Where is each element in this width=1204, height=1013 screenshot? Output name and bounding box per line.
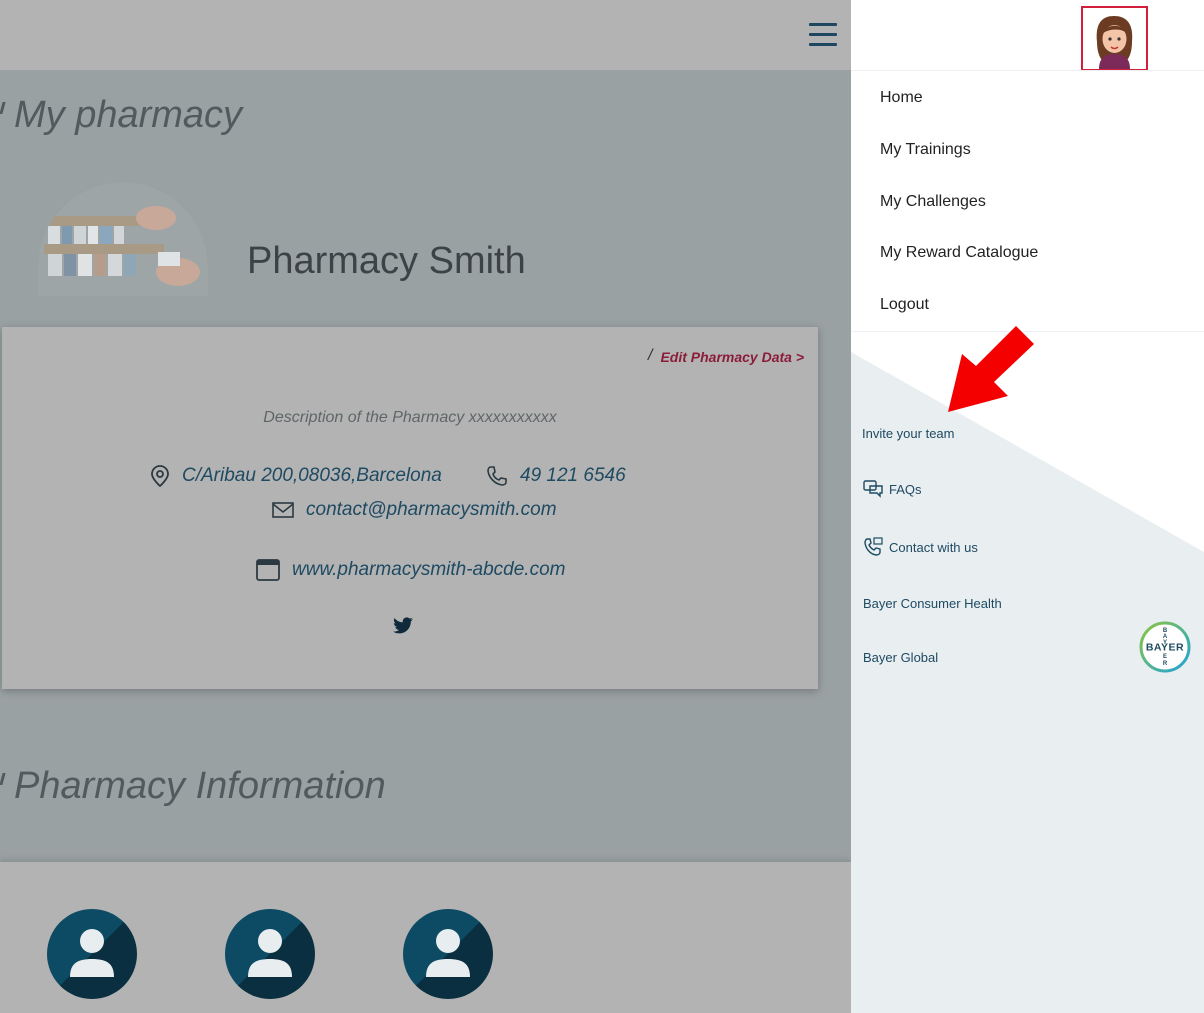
phone-icon <box>487 466 507 486</box>
faqs-link[interactable]: FAQs <box>863 480 922 498</box>
annotation-arrow-icon <box>948 326 1034 412</box>
email-icon <box>272 502 294 518</box>
side-menu-panel: Home My Trainings My Challenges My Rewar… <box>851 0 1204 1013</box>
phone-text: 49 121 6546 <box>520 465 626 486</box>
bayer-global-link[interactable]: Bayer Global <box>863 650 938 665</box>
menu-item-home[interactable]: Home <box>880 89 923 107</box>
location-icon <box>151 465 169 487</box>
user-menu: Home My Trainings My Challenges My Rewar… <box>851 70 1204 332</box>
svg-text:Y: Y <box>1163 640 1167 646</box>
page-content-dimmed: My pharmacy Pharmacy Smith / Edit Pharma… <box>0 0 851 1013</box>
page-title: My pharmacy <box>14 94 243 136</box>
user-avatar-icon[interactable] <box>225 909 315 999</box>
menu-item-my-trainings[interactable]: My Trainings <box>880 141 971 159</box>
pharmacy-name: Pharmacy Smith <box>247 240 526 282</box>
section-title-info: Pharmacy Information <box>14 765 386 807</box>
email-row: contact@pharmacysmith.com <box>272 499 557 521</box>
menu-item-logout[interactable]: Logout <box>880 296 929 314</box>
browser-icon <box>256 559 280 581</box>
menu-item-my-challenges[interactable]: My Challenges <box>880 193 986 211</box>
bayer-consumer-health-label: Bayer Consumer Health <box>863 596 1002 611</box>
hamburger-icon[interactable] <box>809 23 837 47</box>
user-avatar-icon[interactable] <box>403 909 493 999</box>
profile-header <box>851 0 1204 71</box>
bayer-consumer-health-link[interactable]: Bayer Consumer Health <box>863 596 1002 611</box>
email-text[interactable]: contact@pharmacysmith.com <box>306 499 557 521</box>
contact-phone-icon <box>864 537 883 556</box>
contact-label: Contact with us <box>889 539 978 555</box>
twitter-icon[interactable] <box>392 617 414 640</box>
user-avatar-icon[interactable] <box>47 909 137 999</box>
svg-text:R: R <box>1163 661 1168 667</box>
phone-row: 49 121 6546 <box>486 465 626 487</box>
pharmacy-photo <box>38 182 208 296</box>
bayer-global-label: Bayer Global <box>863 650 939 665</box>
bayer-logo: BAYER B A Y E R <box>1138 620 1192 674</box>
address-text: C/Aribau 200,08036,Barcelona <box>182 465 442 486</box>
edit-pharmacy-data-link[interactable]: Edit Pharmacy Data > <box>660 349 804 365</box>
faqs-label: FAQs <box>889 481 922 497</box>
website-text[interactable]: www.pharmacysmith-abcde.com <box>292 559 565 581</box>
menu-item-reward-catalogue[interactable]: My Reward Catalogue <box>880 244 1038 262</box>
website-row: www.pharmacysmith-abcde.com <box>256 559 565 581</box>
faq-chat-icon <box>863 480 883 498</box>
invite-team-label: Invite your team <box>862 426 955 441</box>
top-bar <box>0 0 851 70</box>
profile-avatar[interactable] <box>1081 6 1148 71</box>
address-row: C/Aribau 200,08036,Barcelona <box>150 465 442 487</box>
invite-team-link[interactable]: Invite your team <box>862 426 955 441</box>
edit-slash: / <box>648 347 653 364</box>
pharmacy-description: Description of the Pharmacy xxxxxxxxxxx <box>263 409 557 426</box>
svg-text:E: E <box>1163 654 1167 660</box>
pharmacy-card: / Edit Pharmacy Data > Description of th… <box>2 327 818 689</box>
contact-link[interactable]: Contact with us <box>863 537 978 557</box>
